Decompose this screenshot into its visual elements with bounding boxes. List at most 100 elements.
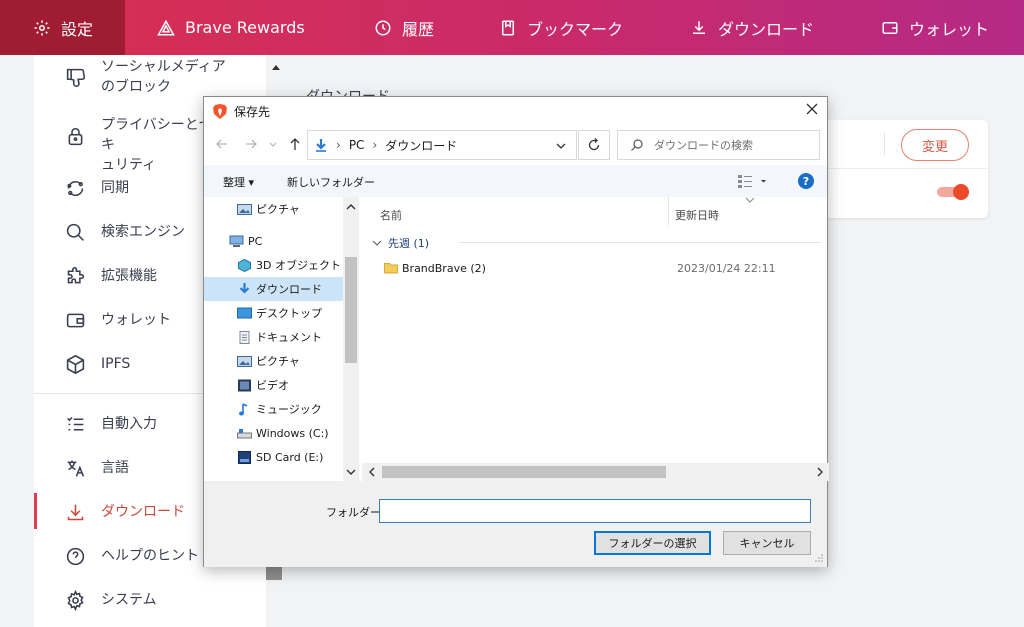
scroll-down-arrow-icon[interactable] <box>343 465 359 479</box>
pictures-icon <box>237 355 252 367</box>
folder-icon <box>384 263 398 274</box>
group-divider <box>459 242 821 243</box>
wallet-icon <box>64 309 86 331</box>
recent-dropdown-icon[interactable] <box>268 137 278 151</box>
list-check-icon <box>64 413 86 435</box>
translate-icon <box>64 457 86 479</box>
tree-item-label: ピクチャ <box>256 355 300 368</box>
refresh-icon <box>588 138 600 151</box>
videos-icon <box>238 379 251 391</box>
group-label: 先週 (1) <box>388 237 430 250</box>
forward-arrow-icon[interactable] <box>244 137 258 151</box>
brave-logo-icon <box>213 104 227 119</box>
gear-icon <box>34 20 50 35</box>
pc-icon <box>229 235 244 247</box>
address-bar[interactable]: › PC › ダウンロード <box>307 130 577 160</box>
tree-item-pictures[interactable]: ピクチャ <box>204 349 343 373</box>
ask-location-toggle[interactable] <box>937 184 969 200</box>
refresh-button[interactable] <box>578 130 610 160</box>
sidebar-item-label: 拡張機能 <box>101 268 157 284</box>
tree-item-windows-drive[interactable]: Windows (C:) <box>204 421 343 445</box>
file-list-hscrollbar[interactable] <box>362 463 829 481</box>
column-header-name[interactable]: 名前 <box>380 207 402 223</box>
downloads-folder-icon <box>239 282 250 294</box>
sidebar-item-label: ダウンロード <box>101 504 185 520</box>
tree-item-label: SD Card (E:) <box>256 450 324 464</box>
toggle-knob <box>953 184 969 200</box>
file-name: BrandBrave (2) <box>402 262 486 275</box>
group-header-last-week[interactable]: 先週 (1) <box>372 235 429 251</box>
sidebar-item-label: IPFS <box>101 356 131 372</box>
cancel-button[interactable]: キャンセル <box>723 531 811 555</box>
thumbs-down-icon <box>64 66 86 88</box>
sd-card-icon <box>238 450 251 464</box>
sidebar-item-label: ヘルプのヒント <box>101 548 199 564</box>
tree-item-desktop[interactable]: デスクトップ <box>204 301 343 325</box>
settings-topbar: 設定 Brave Rewards 履歴 ブックマーク ダウンロード ウォレット <box>0 0 1024 55</box>
scroll-right-arrow-icon[interactable] <box>813 463 827 481</box>
navigation-pane: ピクチャ PC 3D オブジェクト ダウンロード デスクトップ ドキュメント ピ… <box>204 197 359 481</box>
sidebar-item-label: ウォレット <box>101 312 171 328</box>
column-header-modified[interactable]: 更新日時 <box>675 207 719 223</box>
tree-scrollbar-thumb[interactable] <box>345 257 357 363</box>
history-icon <box>375 20 391 35</box>
file-modified: 2023/01/24 22:11 <box>677 262 776 275</box>
tree-item-downloads[interactable]: ダウンロード <box>204 277 343 301</box>
back-arrow-icon[interactable] <box>215 137 229 151</box>
select-folder-button[interactable]: フォルダーの選択 <box>594 531 711 555</box>
column-separator[interactable] <box>668 197 669 225</box>
up-arrow-icon[interactable] <box>288 137 302 151</box>
breadcrumb-downloads[interactable]: ダウンロード <box>385 137 457 154</box>
sidebar-item-social-block[interactable]: ソーシャルメディア のブロック <box>34 57 266 97</box>
tree-item-label: ビデオ <box>256 379 289 392</box>
tab-settings-label: 設定 <box>61 19 94 39</box>
download-icon <box>64 501 86 523</box>
tab-downloads[interactable]: ダウンロード <box>690 0 814 55</box>
sidebar-item-label: 同期 <box>101 180 129 196</box>
wallet-icon <box>882 21 898 34</box>
search-icon <box>631 139 643 151</box>
resize-grip-icon[interactable] <box>814 553 824 563</box>
chevron-down-icon[interactable] <box>555 140 567 152</box>
organize-button[interactable]: 整理 ▾ <box>223 174 254 190</box>
search-box[interactable]: ダウンロードの検索 <box>617 130 820 160</box>
tree-item-documents[interactable]: ドキュメント <box>204 325 343 349</box>
tree-item-pictures-top[interactable]: ピクチャ <box>204 197 343 221</box>
dialog-footer: フォルダー: フォルダーの選択 キャンセル <box>204 481 827 567</box>
breadcrumb-pc[interactable]: PC <box>349 138 365 152</box>
breadcrumb-separator: › <box>336 138 341 152</box>
tree-item-label: ドキュメント <box>256 331 322 344</box>
tab-brave-rewards[interactable]: Brave Rewards <box>157 0 305 55</box>
tab-wallet[interactable]: ウォレット <box>881 0 989 55</box>
tree-item-label: 3D オブジェクト <box>256 259 341 272</box>
tab-history-label: 履歴 <box>402 19 435 39</box>
sync-icon <box>64 177 86 199</box>
help-icon[interactable]: ? <box>798 173 814 189</box>
tree-item-pc[interactable]: PC <box>204 229 343 253</box>
hscrollbar-thumb[interactable] <box>382 466 666 478</box>
new-folder-button[interactable]: 新しいフォルダー <box>287 174 375 190</box>
tab-bookmarks[interactable]: ブックマーク <box>499 0 623 55</box>
scroll-up-arrow-icon[interactable] <box>343 200 359 214</box>
card-divider <box>884 132 885 156</box>
file-row[interactable]: BrandBrave (2) 2023/01/24 22:11 <box>380 257 820 279</box>
sidebar-item-system[interactable]: システム <box>34 589 266 611</box>
downloads-arrow-icon <box>316 139 326 152</box>
tree-item-label: ダウンロード <box>256 283 322 296</box>
change-location-button[interactable]: 変更 <box>901 129 969 161</box>
scroll-up-arrow-icon[interactable] <box>271 63 281 71</box>
tree-item-videos[interactable]: ビデオ <box>204 373 343 397</box>
folder-name-input[interactable] <box>379 499 811 523</box>
gear-icon <box>64 589 86 611</box>
view-options-icon[interactable] <box>737 174 767 188</box>
tree-scrollbar[interactable] <box>343 197 359 481</box>
tree-item-label: ピクチャ <box>256 203 300 216</box>
tree-item-label: PC <box>248 234 263 248</box>
tree-item-sd-card[interactable]: SD Card (E:) <box>204 445 343 469</box>
close-icon[interactable] <box>805 102 819 116</box>
tab-history[interactable]: 履歴 <box>374 0 434 55</box>
tree-item-music[interactable]: ミュージック <box>204 397 343 421</box>
tree-item-3d-objects[interactable]: 3D オブジェクト <box>204 253 343 277</box>
tab-settings[interactable]: 設定 <box>0 0 125 55</box>
scroll-left-arrow-icon[interactable] <box>365 463 379 481</box>
